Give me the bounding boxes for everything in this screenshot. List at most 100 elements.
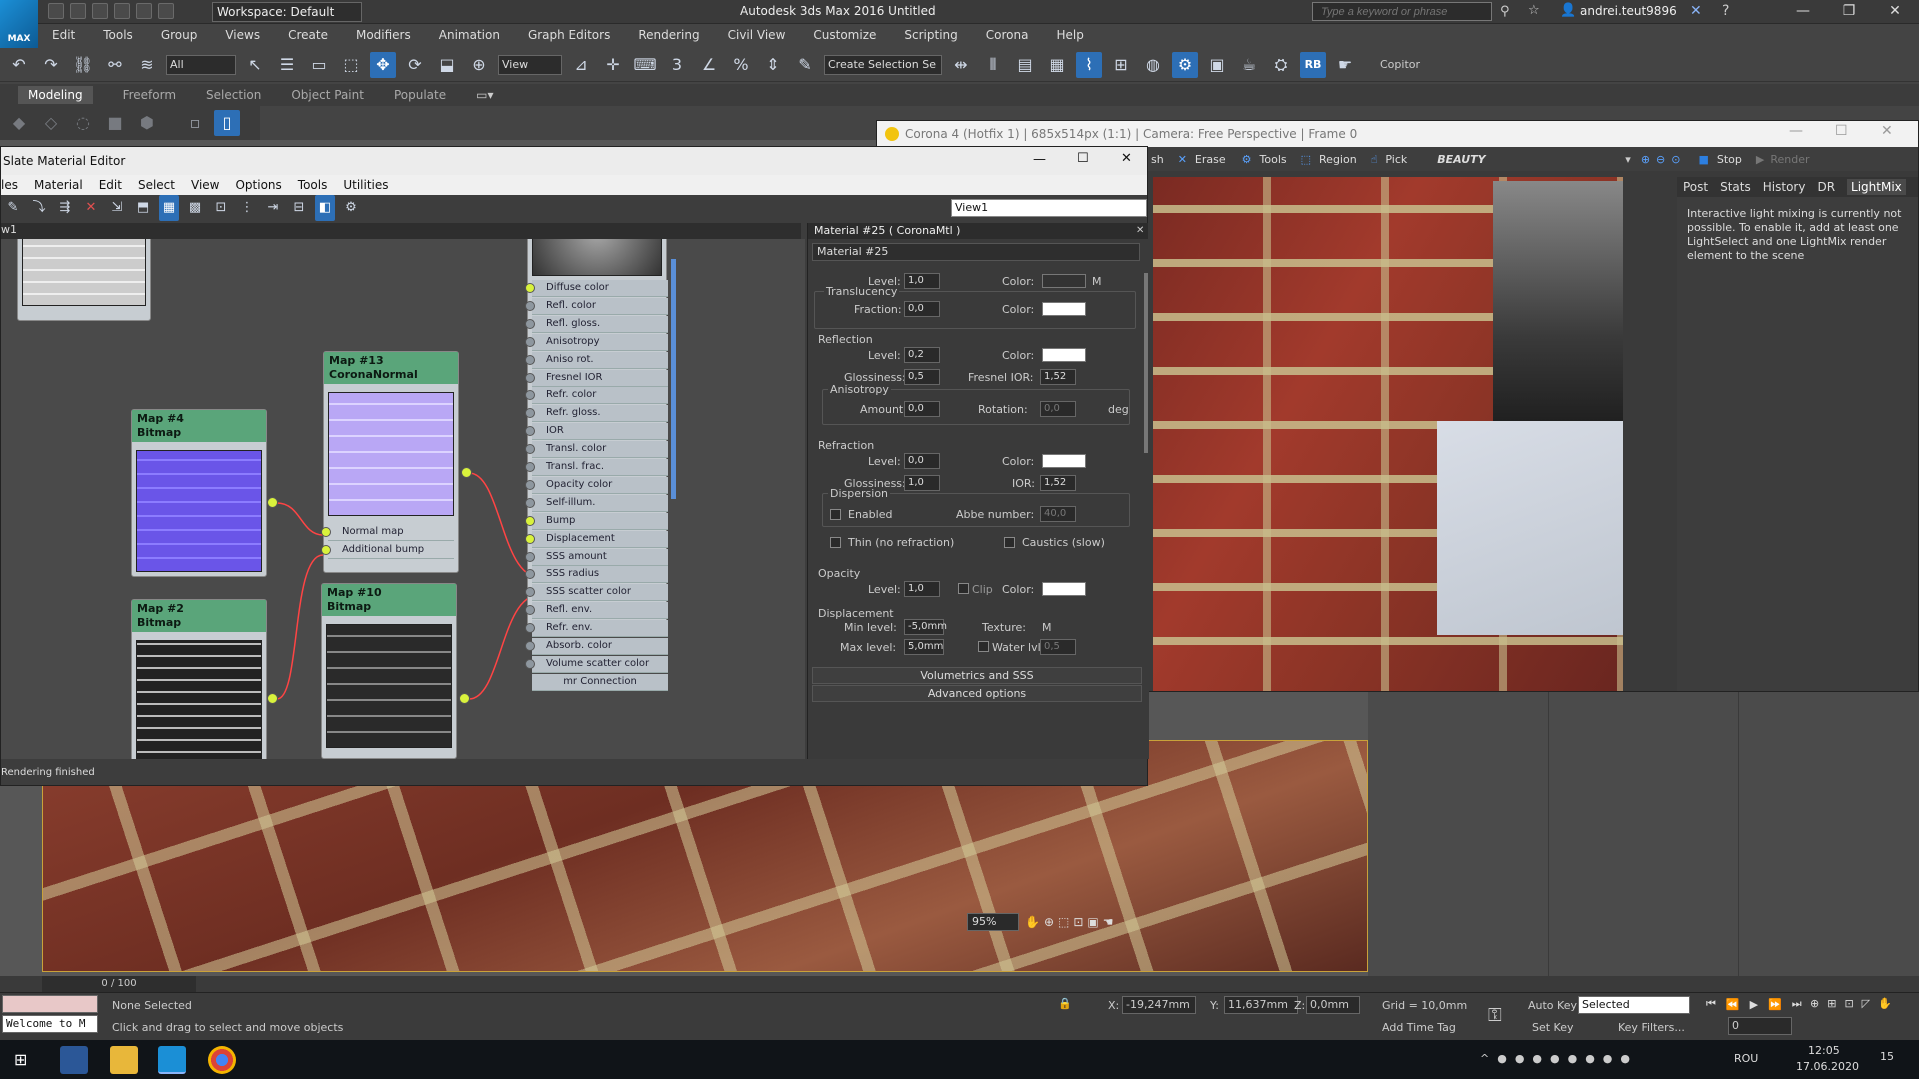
select-by-material-icon[interactable]: ◧ <box>315 195 335 221</box>
zoom-region-icon[interactable]: ⬚ <box>1058 915 1069 929</box>
open-file-icon[interactable] <box>70 3 86 19</box>
ribbon-tool-icon[interactable]: ◌ <box>70 110 96 136</box>
node-map-13[interactable]: Map #13 CoronaNormal Normal map Additiona… <box>321 351 459 573</box>
auto-key-button[interactable]: Auto Key <box>1528 999 1577 1012</box>
word-icon[interactable] <box>60 1046 88 1074</box>
vfb-region-button[interactable]: Region <box>1319 153 1357 166</box>
ribbon-tab-selection[interactable]: Selection <box>206 88 261 102</box>
node-corona-material[interactable]: Diffuse color Refl. color Refl. gloss. Anis… <box>525 239 668 691</box>
curve-editor-icon[interactable]: ⌇ <box>1076 51 1102 78</box>
vfb-pick-button[interactable]: Pick <box>1385 153 1407 166</box>
show-map-icon[interactable]: ▦ <box>159 195 179 221</box>
material-slot[interactable]: Refr. color <box>525 387 668 405</box>
slot-socket-icon[interactable] <box>525 444 535 455</box>
save-file-icon[interactable] <box>92 3 108 19</box>
slate-menu-material[interactable]: Material <box>34 178 83 192</box>
windows-start-icon[interactable]: ⊞ <box>14 1050 27 1069</box>
restore-button[interactable]: ❐ <box>1826 0 1872 24</box>
selection-filter-dropdown[interactable]: All <box>166 54 236 75</box>
select-by-name-icon[interactable]: ☰ <box>274 52 300 78</box>
undo-icon[interactable] <box>114 3 130 19</box>
material-name-field[interactable]: Material #25 <box>812 243 1140 261</box>
goto-end-icon[interactable]: ⏭ <box>1792 997 1802 1011</box>
slot-socket-icon[interactable] <box>525 408 535 419</box>
translucency-fraction-spinner[interactable]: 0,0 <box>904 301 940 317</box>
slot-socket-icon[interactable] <box>525 426 535 437</box>
ribbon-tool-icon[interactable]: ▫ <box>182 110 208 136</box>
fresnel-ior-spinner[interactable]: 1,52 <box>1040 369 1076 385</box>
ribbon-tab-freeform[interactable]: Freeform <box>123 88 176 102</box>
vfb-sh-label[interactable]: sh <box>1151 153 1164 166</box>
angle-snap-icon[interactable]: ∠ <box>696 52 722 78</box>
material-slot[interactable]: SSS amount <box>525 548 668 566</box>
unlink-icon[interactable]: ⚯ <box>102 52 128 78</box>
vfb-tab-post[interactable]: Post <box>1683 180 1708 194</box>
material-slot[interactable]: Volume scatter color <box>525 655 668 673</box>
3ds-max-taskbar-icon[interactable] <box>158 1046 186 1074</box>
refraction-gloss-spinner[interactable]: 1,0 <box>904 475 940 491</box>
pick-icon[interactable]: ☝ <box>1371 153 1378 166</box>
pan-icon[interactable]: ✋ <box>1025 915 1040 929</box>
material-slot[interactable]: Transl. color <box>525 441 668 459</box>
diffuse-map-button[interactable]: M <box>1092 275 1102 288</box>
set-key-button[interactable]: Set Key <box>1532 1021 1574 1034</box>
render-setup-icon[interactable]: ⚙ <box>1172 51 1198 78</box>
vfb-tab-history[interactable]: History <box>1763 180 1806 194</box>
slot-socket-icon[interactable] <box>525 479 535 490</box>
node-canvas[interactable]: Map #13 CoronaNormal Normal map Additiona… <box>1 239 805 759</box>
render-element-dropdown[interactable]: BEAUTY <box>1437 153 1625 166</box>
dispersion-enabled-checkbox[interactable] <box>830 509 841 520</box>
help-icon[interactable]: ? <box>1722 3 1729 19</box>
slot-socket-icon[interactable] <box>525 336 535 347</box>
menu-help[interactable]: Help <box>1056 28 1083 42</box>
opacity-color-swatch[interactable] <box>1042 582 1086 596</box>
material-slot[interactable]: Aniso rot. <box>525 351 668 369</box>
rb-button[interactable]: RB <box>1300 51 1326 78</box>
slot-socket-icon[interactable] <box>525 569 535 580</box>
material-slot[interactable]: Absorb. color <box>525 638 668 655</box>
slot-socket-icon[interactable] <box>525 551 535 562</box>
material-slot[interactable]: Anisotropy <box>525 333 668 351</box>
params-close-icon[interactable]: ✕ <box>1136 225 1144 236</box>
layer-explorer-icon[interactable]: ▤ <box>1012 52 1038 78</box>
layout-children-icon[interactable]: ⋮ <box>237 195 257 221</box>
refraction-level-spinner[interactable]: 0,0 <box>904 453 940 469</box>
lock-icon[interactable]: 🔒 <box>1058 997 1072 1010</box>
material-slot[interactable]: Refr. gloss. <box>525 405 668 423</box>
new-file-icon[interactable] <box>48 3 64 19</box>
options-icon[interactable]: ⚙ <box>341 195 361 221</box>
material-slot[interactable]: Self-illum. <box>525 494 668 512</box>
pivot-icon[interactable]: ⊿ <box>568 52 594 78</box>
system-tray-icons[interactable]: ^●●●●●●●● <box>1480 1052 1638 1065</box>
rotate-icon[interactable]: ⟳ <box>402 52 428 78</box>
close-button[interactable]: ✕ <box>1872 0 1918 24</box>
slate-close-button[interactable]: ✕ <box>1121 151 1132 166</box>
menu-customize[interactable]: Customize <box>813 28 876 42</box>
menu-corona[interactable]: Corona <box>986 28 1029 42</box>
slot-socket-icon[interactable] <box>525 354 535 365</box>
scale-icon[interactable]: ⬓ <box>434 52 460 78</box>
ribbon-tab-object-paint[interactable]: Object Paint <box>291 88 364 102</box>
percent-snap-icon[interactable]: % <box>728 52 754 78</box>
spinner-snap-icon[interactable]: ⇕ <box>760 52 786 78</box>
user-account[interactable]: andrei.teut9896 <box>1580 4 1677 18</box>
material-map-navigator-icon[interactable]: ⇥ <box>263 195 283 221</box>
material-slot[interactable]: Refl. env. <box>525 602 668 620</box>
parameter-editor-icon[interactable]: ⊟ <box>289 195 309 221</box>
chevron-down-icon[interactable]: ▾ <box>1625 153 1631 166</box>
node-map-4[interactable]: Map #4 Bitmap <box>131 409 267 577</box>
clip-checkbox[interactable] <box>958 583 969 594</box>
slot-socket-icon[interactable] <box>525 533 535 544</box>
slate-menu-utilities[interactable]: Utilities <box>343 178 388 192</box>
z-coordinate[interactable]: 0,0mm <box>1306 996 1360 1014</box>
slate-menu-options[interactable]: Options <box>235 178 281 192</box>
stop-icon[interactable]: ■ <box>1698 153 1708 166</box>
goto-start-icon[interactable]: ⏮ <box>1706 997 1716 1011</box>
output-socket[interactable] <box>267 693 278 704</box>
zoom-dropdown[interactable]: 95% <box>967 913 1019 931</box>
disp-min-spinner[interactable]: -5,0mm <box>904 619 947 635</box>
menu-modifiers[interactable]: Modifiers <box>356 28 411 42</box>
zoom-all-icon[interactable]: ⊞ <box>1827 997 1836 1010</box>
search-input[interactable] <box>1312 2 1492 21</box>
workspace-dropdown[interactable]: Workspace: Default <box>212 2 362 22</box>
